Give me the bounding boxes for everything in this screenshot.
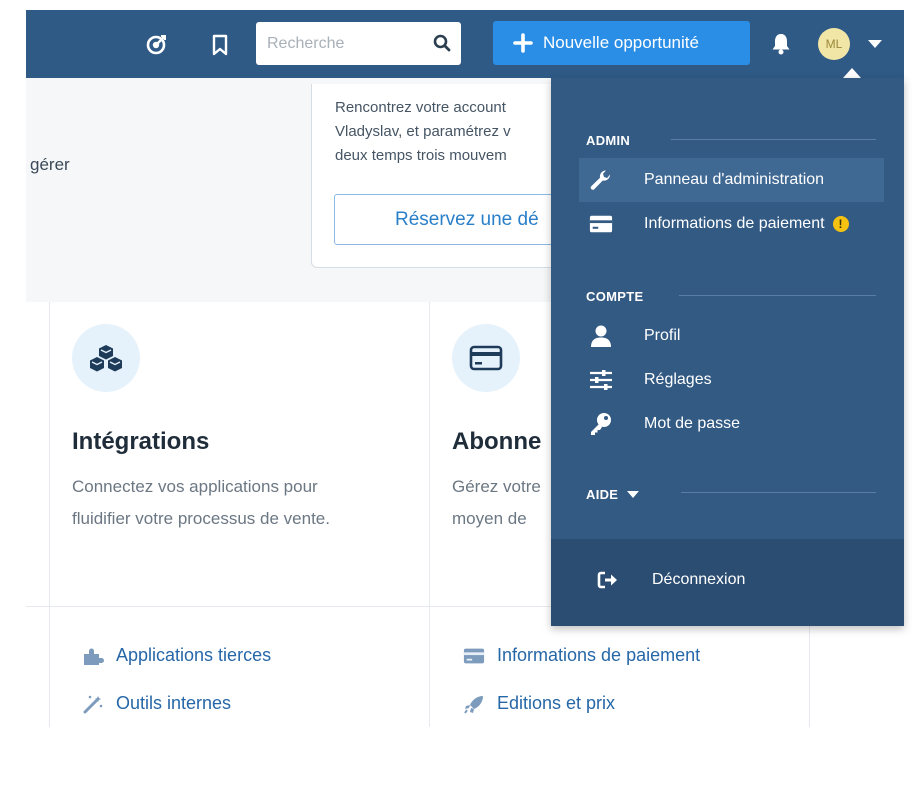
menu-item-label: Réglages <box>644 371 712 388</box>
menu-item-label: Informations de paiement <box>644 215 825 232</box>
top-navigation-bar: Nouvelle opportunité ML <box>26 10 904 78</box>
account-manager-promo-card: Rencontrez votre account Vladyslav, et p… <box>311 84 584 268</box>
sign-out-icon <box>597 569 621 591</box>
puzzle-icon <box>82 646 104 666</box>
user-dropdown-menu: ADMIN Panneau d'administration Informati… <box>551 78 904 626</box>
magic-wand-icon <box>82 694 104 714</box>
section-divider <box>679 295 876 296</box>
user-icon <box>589 324 613 348</box>
menu-item-label: Mot de passe <box>644 415 741 432</box>
key-icon <box>589 412 613 436</box>
section-account-heading: COMPTE <box>586 289 644 304</box>
book-demo-button[interactable]: Réservez une dé <box>334 194 584 245</box>
integrations-title: Intégrations <box>72 428 210 455</box>
credit-card-icon <box>463 646 485 666</box>
partial-heading-text: gérer <box>30 155 70 174</box>
integrations-card-icon <box>72 324 140 392</box>
menu-item-profile[interactable]: Profil <box>579 314 884 358</box>
avatar[interactable]: ML <box>818 28 850 60</box>
section-help-toggle[interactable]: AIDE <box>586 487 640 502</box>
link-label: Outils internes <box>116 693 232 713</box>
warning-badge: ! <box>832 216 849 232</box>
subscription-card-icon <box>452 324 520 392</box>
section-admin-heading: ADMIN <box>586 133 631 148</box>
menu-item-password[interactable]: Mot de passe <box>579 402 884 446</box>
dropdown-footer: Déconnexion <box>551 539 904 626</box>
credit-card-icon <box>469 345 503 371</box>
bell-icon[interactable] <box>770 32 792 56</box>
link-label: Informations de paiement <box>497 645 701 665</box>
link-internal-tools[interactable]: Outils internes <box>82 693 231 714</box>
search-box <box>256 22 461 65</box>
logout-button[interactable]: Déconnexion <box>597 569 745 591</box>
caret-down-icon <box>627 491 640 498</box>
rocket-icon <box>463 694 485 714</box>
search-icon[interactable] <box>433 34 451 52</box>
dropdown-pointer <box>843 68 861 78</box>
wrench-icon <box>589 168 613 192</box>
search-input[interactable] <box>256 22 426 65</box>
menu-item-payment-info[interactable]: Informations de paiement ! <box>579 202 884 246</box>
new-opportunity-button[interactable]: Nouvelle opportunité <box>493 21 750 65</box>
plus-icon <box>513 33 533 53</box>
divider <box>49 302 50 727</box>
new-opportunity-label: Nouvelle opportunité <box>543 33 699 52</box>
menu-item-label: Profil <box>644 327 681 344</box>
logout-label: Déconnexion <box>652 571 746 588</box>
integrations-description: Connectez vos applications pour fluidifi… <box>72 477 330 528</box>
menu-item-label: Panneau d'administration <box>644 171 825 188</box>
subscription-title: Abonne <box>452 428 542 455</box>
chevron-down-icon[interactable] <box>868 40 882 48</box>
sliders-icon <box>589 368 613 392</box>
menu-item-settings[interactable]: Réglages <box>579 358 884 402</box>
link-label: Applications tierces <box>116 645 272 665</box>
section-help-heading: AIDE <box>586 487 619 502</box>
credit-card-icon <box>589 212 613 236</box>
link-payment-info[interactable]: Informations de paiement <box>463 645 700 666</box>
section-divider <box>681 492 876 493</box>
menu-item-admin-panel[interactable]: Panneau d'administration <box>579 158 884 202</box>
subscription-description: Gérez votre moyen de <box>452 477 541 528</box>
promo-text: Rencontrez votre account Vladyslav, et p… <box>335 99 511 164</box>
link-editions-pricing[interactable]: Editions et prix <box>463 693 615 714</box>
link-third-party-apps[interactable]: Applications tierces <box>82 645 271 666</box>
target-icon[interactable] <box>144 33 168 57</box>
bookmark-icon[interactable] <box>208 33 232 57</box>
divider <box>429 302 430 727</box>
section-divider <box>671 139 876 140</box>
cubes-icon <box>90 345 122 372</box>
link-label: Editions et prix <box>497 693 616 713</box>
